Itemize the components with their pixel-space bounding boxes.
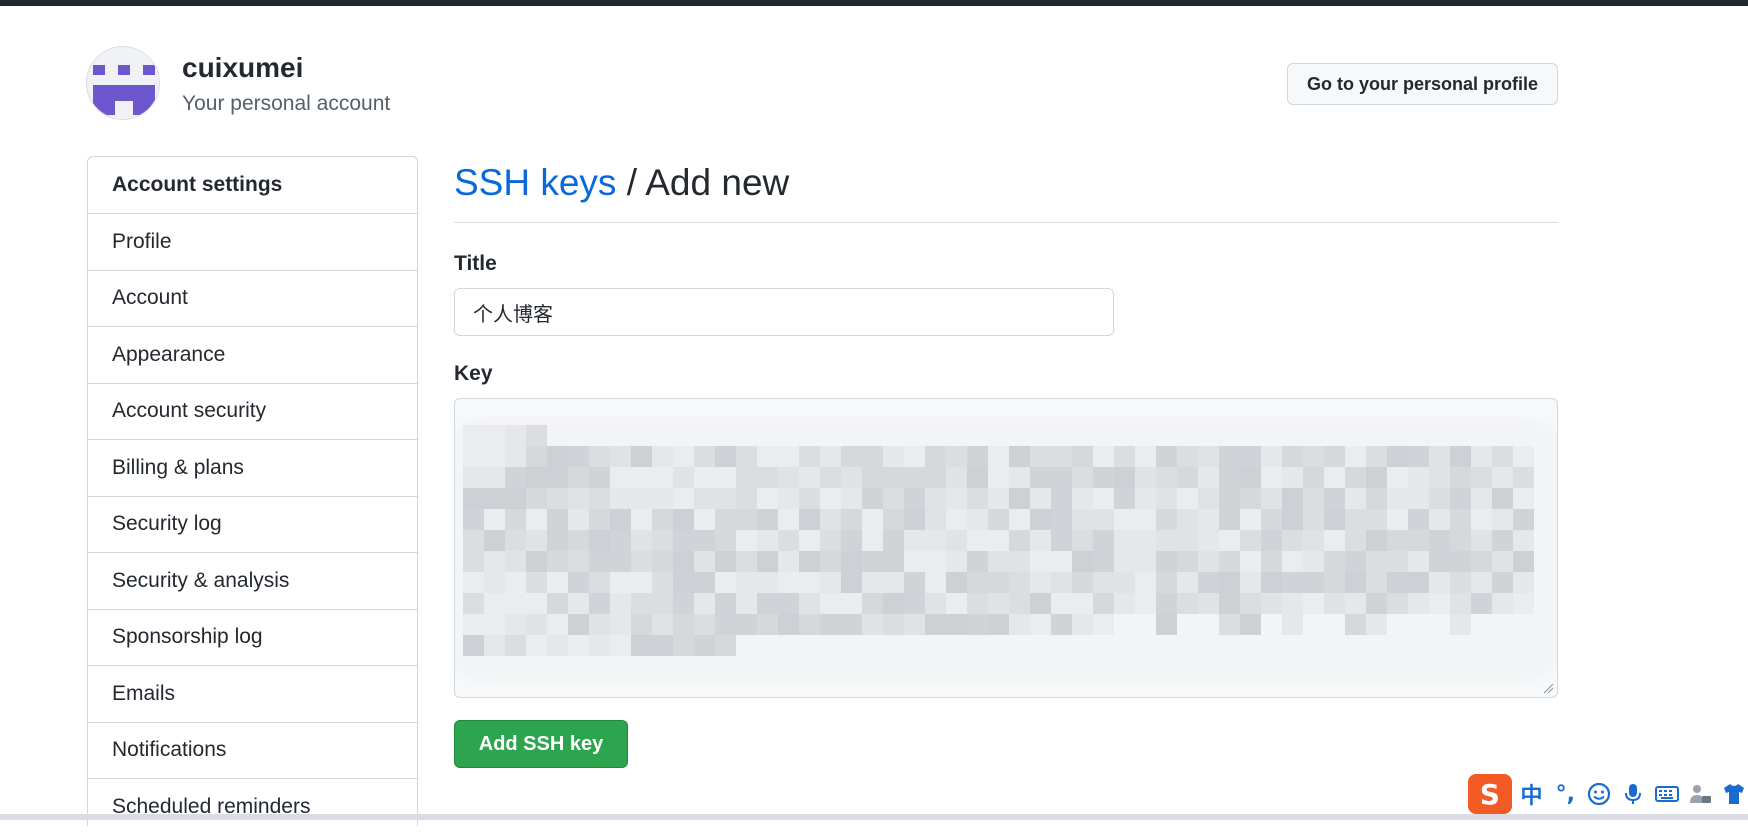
avatar[interactable] bbox=[86, 46, 160, 120]
sidebar-heading: Account settings bbox=[88, 157, 417, 214]
breadcrumb-current: Add new bbox=[645, 162, 790, 203]
title-label: Title bbox=[454, 252, 497, 275]
ime-logo-icon[interactable]: S bbox=[1468, 774, 1512, 814]
sidebar-item-account[interactable]: Account bbox=[88, 271, 417, 327]
account-subtitle: Your personal account bbox=[182, 92, 391, 115]
sidebar-item-scheduled-reminders[interactable]: Scheduled reminders bbox=[88, 779, 417, 836]
breadcrumb-ssh-keys-link[interactable]: SSH keys bbox=[454, 162, 616, 203]
sidebar-item-security-analysis[interactable]: Security & analysis bbox=[88, 553, 417, 610]
keyboard-icon[interactable] bbox=[1653, 778, 1681, 810]
emoji-icon[interactable] bbox=[1585, 778, 1613, 810]
go-to-profile-button[interactable]: Go to your personal profile bbox=[1286, 63, 1558, 105]
identicon-icon bbox=[87, 47, 159, 119]
redacted-key-mosaic bbox=[463, 425, 1534, 656]
sidebar-item-security-log[interactable]: Security log bbox=[88, 497, 417, 553]
microphone-icon[interactable] bbox=[1619, 778, 1647, 810]
sidebar-item-account-security[interactable]: Account security bbox=[88, 384, 417, 440]
skin-shirt-icon[interactable] bbox=[1720, 778, 1748, 810]
user-toolbox-icon[interactable] bbox=[1686, 778, 1714, 810]
sidebar-item-appearance[interactable]: Appearance bbox=[88, 327, 417, 384]
account-name: cuixumei bbox=[182, 52, 304, 83]
add-ssh-key-button[interactable]: Add SSH key bbox=[454, 720, 628, 768]
ime-punctuation[interactable]: °, bbox=[1551, 778, 1579, 810]
key-label: Key bbox=[454, 362, 493, 385]
key-textarea[interactable] bbox=[454, 398, 1558, 698]
page-title: SSH keys / Add new bbox=[454, 156, 1558, 223]
ssh-key-form: SSH keys / Add new Title Key Add SSH key bbox=[454, 156, 1558, 768]
ime-mode-chinese[interactable]: 中 bbox=[1518, 778, 1546, 810]
settings-sidebar: Account settings Profile Account Appeara… bbox=[87, 156, 418, 826]
title-input[interactable] bbox=[454, 288, 1114, 336]
sidebar-item-sponsorship-log[interactable]: Sponsorship log bbox=[88, 610, 417, 666]
sidebar-item-notifications[interactable]: Notifications bbox=[88, 723, 417, 779]
sidebar-item-profile[interactable]: Profile bbox=[88, 214, 417, 271]
sidebar-item-billing-plans[interactable]: Billing & plans bbox=[88, 440, 417, 497]
breadcrumb-separator: / bbox=[616, 162, 646, 203]
account-header: cuixumei Your personal account Go to you… bbox=[86, 46, 1558, 122]
resize-grip-icon[interactable] bbox=[1542, 682, 1554, 694]
top-edge-strip bbox=[0, 0, 1748, 6]
ime-toolbar: S 中 °, bbox=[1468, 772, 1748, 816]
sidebar-item-emails[interactable]: Emails bbox=[88, 666, 417, 723]
bottom-edge-strip bbox=[0, 814, 1748, 820]
